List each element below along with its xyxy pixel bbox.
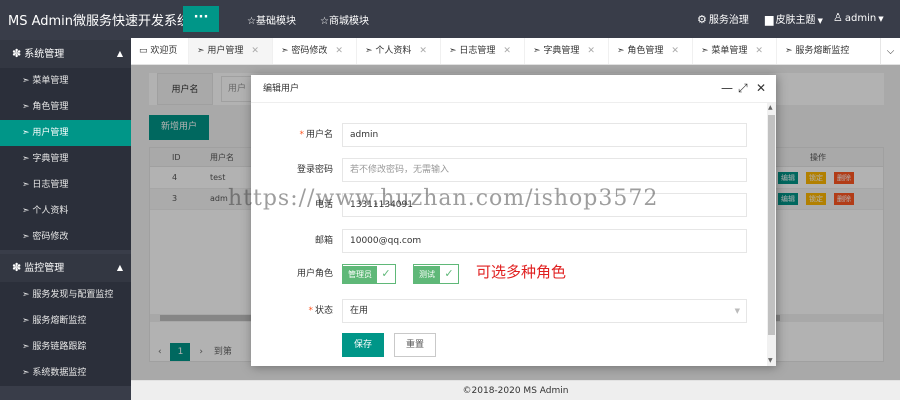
dialog-vertical-scrollbar[interactable]: ▲ ▼ xyxy=(767,103,776,366)
governance-icon: ⚙ xyxy=(697,13,707,26)
sidebar-item-trace[interactable]: ➣ 服务链路跟踪 xyxy=(0,334,131,360)
user-icon: ♙ xyxy=(833,11,843,24)
sidebar-item-password[interactable]: ➣ 密码修改 xyxy=(0,224,131,250)
sidebar-group-monitor[interactable]: ✽ 监控管理 ▲ xyxy=(0,254,131,282)
gear-icon: ✽ xyxy=(12,47,22,60)
dialog-header: 编辑用户 — ⤢ ✕ xyxy=(251,75,776,103)
scrollbar-thumb[interactable] xyxy=(768,115,775,335)
tab-circuit-monitor[interactable]: ➣ 服务熔断监控 xyxy=(777,38,887,64)
tab-role[interactable]: ➣ 角色管理 ✕ xyxy=(609,38,693,64)
username-input[interactable]: admin xyxy=(342,123,747,147)
check-icon: ✓ xyxy=(381,267,391,280)
dialog-title: 编辑用户 xyxy=(263,84,300,94)
caret-up-icon: ▲ xyxy=(116,263,123,272)
close-icon[interactable]: ✕ xyxy=(251,46,259,56)
footer: ©2018-2020 MS Admin xyxy=(131,380,900,400)
top-header: MS Admin微服务快速开发系统 ··· ☆基础模块 ☆商城模块 ⚙ 服务治理 … xyxy=(0,0,900,38)
username-label: * 用户名 xyxy=(299,130,333,140)
sidebar-item-circuit-monitor[interactable]: ➣ 服务熔断监控 xyxy=(0,308,131,334)
role-checkbox-test[interactable]: 测试 ✓ xyxy=(413,264,459,284)
status-select[interactable]: 在用 ▼ xyxy=(342,299,747,323)
scroll-down-icon[interactable]: ▼ xyxy=(768,357,773,364)
save-button[interactable]: 保存 xyxy=(342,333,384,357)
watermark-text: https://www.huzhan.com/ishop3572 xyxy=(228,186,659,211)
sidebar-item-menu[interactable]: ➣ 菜单管理 xyxy=(0,68,131,94)
maximize-icon[interactable]: ⤢ xyxy=(738,81,748,95)
close-icon[interactable]: ✕ xyxy=(503,46,511,56)
tab-password[interactable]: ➣ 密码修改 ✕ xyxy=(273,38,357,64)
close-icon[interactable]: ✕ xyxy=(755,46,763,56)
password-label: 登录密码 xyxy=(296,165,333,175)
home-icon: ▭ xyxy=(139,46,151,56)
email-label: 邮箱 xyxy=(314,236,333,246)
user-menu[interactable]: ♙ admin ▼ xyxy=(833,11,884,24)
sidebar-item-role[interactable]: ➣ 角色管理 xyxy=(0,94,131,120)
sidebar-item-discovery-monitor[interactable]: ➣ 服务发现与配置监控 xyxy=(0,282,131,308)
chevron-down-icon: ▼ xyxy=(817,17,823,25)
tab-user-manage[interactable]: ➣ 用户管理 ✕ xyxy=(189,38,273,64)
sidebar-item-dict[interactable]: ➣ 字典管理 xyxy=(0,146,131,172)
close-icon[interactable]: ✕ xyxy=(756,81,766,95)
nav-basic-module[interactable]: ☆基础模块 xyxy=(247,12,296,27)
close-icon[interactable]: ✕ xyxy=(335,46,343,56)
tab-log[interactable]: ➣ 日志管理 ✕ xyxy=(441,38,525,64)
tab-bar: ▭ 欢迎页 ➣ 用户管理 ✕ ➣ 密码修改 ✕ ➣ 个人资料 ✕ ➣ 日志管理 ✕ ➣ … xyxy=(131,38,900,65)
nav-mall-module[interactable]: ☆商城模块 xyxy=(320,12,369,27)
status-label: * 状态 xyxy=(308,306,333,316)
sidebar-item-profile[interactable]: ➣ 个人资料 xyxy=(0,198,131,224)
dialog-body: * 用户名 admin 登录密码 若不修改密码，无需输入 电话 133111340… xyxy=(251,103,767,366)
chevron-down-icon: ▼ xyxy=(878,15,884,23)
app-logo: MS Admin微服务快速开发系统 xyxy=(8,14,191,29)
role-checkbox-admin[interactable]: 管理员 ✓ xyxy=(342,264,396,284)
caret-up-icon: ▲ xyxy=(116,49,123,58)
tab-welcome[interactable]: ▭ 欢迎页 xyxy=(131,38,189,64)
reset-button[interactable]: 重置 xyxy=(394,333,436,357)
scroll-up-icon[interactable]: ▲ xyxy=(768,104,773,111)
tab-menu[interactable]: ➣ 菜单管理 ✕ xyxy=(693,38,777,64)
skin-theme-menu[interactable]: ▆ 皮肤主题 ▼ xyxy=(765,11,823,26)
service-governance-link[interactable]: ⚙ 服务治理 xyxy=(697,11,749,26)
sidebar-item-log[interactable]: ➣ 日志管理 xyxy=(0,172,131,198)
tab-more-chevron-icon[interactable]: ⌵ xyxy=(880,38,900,64)
tab-dict[interactable]: ➣ 字典管理 ✕ xyxy=(525,38,609,64)
skin-icon: ▆ xyxy=(765,13,774,26)
sidebar-item-user[interactable]: ➣ 用户管理 xyxy=(0,120,131,146)
close-icon[interactable]: ✕ xyxy=(587,46,595,56)
sidebar-group-system[interactable]: ✽ 系统管理 ▲ xyxy=(0,40,131,68)
sidebar-item-data-monitor[interactable]: ➣ 系统数据监控 xyxy=(0,360,131,386)
sidebar: ✽ 系统管理 ▲ ➣ 菜单管理 ➣ 角色管理 ➣ 用户管理 ➣ 字典管理 ➣ 日志管… xyxy=(0,38,131,400)
roles-annotation: 可选多种角色 xyxy=(476,263,567,281)
menu-toggle-button[interactable]: ··· xyxy=(183,6,219,32)
close-icon[interactable]: ✕ xyxy=(671,46,679,56)
email-input[interactable]: 10000@qq.com xyxy=(342,229,747,253)
check-icon: ✓ xyxy=(444,267,454,280)
edit-user-dialog: 编辑用户 — ⤢ ✕ * 用户名 admin 登录密码 若不修改密码，无需输入 电… xyxy=(251,75,776,366)
gear-icon: ✽ xyxy=(12,261,22,274)
minimize-icon[interactable]: — xyxy=(721,81,733,95)
tab-profile[interactable]: ➣ 个人资料 ✕ xyxy=(357,38,441,64)
password-input[interactable]: 若不修改密码，无需输入 xyxy=(342,158,747,182)
chevron-down-icon: ▼ xyxy=(734,307,740,315)
roles-label: 用户角色 xyxy=(296,269,333,279)
close-icon[interactable]: ✕ xyxy=(419,46,427,56)
